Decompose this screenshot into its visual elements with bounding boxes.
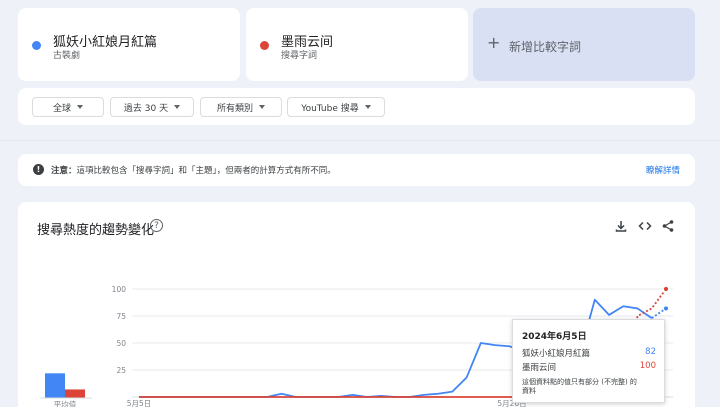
search-type-filter-label: YouTube 搜尋 <box>301 103 359 114</box>
term-2-color-dot <box>260 41 269 50</box>
tooltip-row-2-label: 墨雨云间 <box>522 363 557 373</box>
add-comparison-label: 新增比較字詞 <box>509 40 582 54</box>
tooltip-row-1-label: 狐妖小紅娘月紅篇 <box>522 349 591 359</box>
y-tick-label: 100 <box>112 285 127 294</box>
y-tick-label: 25 <box>116 366 126 375</box>
category-filter-label: 所有類別 <box>216 103 253 114</box>
notice-prefix: 注意： <box>51 166 77 176</box>
tooltip-row-1-value: 82 <box>645 347 656 357</box>
data-point <box>662 305 670 312</box>
x-tick-label: 5月5日 <box>127 399 152 407</box>
period-filter[interactable]: 過去 30 天 <box>110 97 194 117</box>
term-card-1[interactable]: 狐妖小紅娘月紅篇 古裝劇 <box>18 8 240 81</box>
learn-more-link[interactable]: 瞭解詳情 <box>646 164 680 176</box>
average-label: 平均值 <box>54 399 77 407</box>
region-filter[interactable]: 全球 <box>32 97 104 117</box>
term-1-color-dot <box>32 41 41 50</box>
add-comparison-button[interactable]: + 新增比較字詞 <box>473 8 695 81</box>
period-filter-label: 過去 30 天 <box>123 103 169 114</box>
data-point <box>662 285 670 293</box>
exclamation-icon: ! <box>33 164 44 175</box>
tooltip-date: 2024年6月5日 <box>522 332 587 342</box>
average-bar <box>65 389 85 398</box>
filter-bar: 全球 過去 30 天 所有類別 YouTube 搜尋 <box>18 88 695 125</box>
chevron-down-icon <box>364 105 371 109</box>
tooltip-row-2-value: 100 <box>639 361 656 371</box>
notice-text: 注意：這項比較包含「搜尋字詞」和「主題」，但兩者的計算方式有所不同。 <box>51 164 336 176</box>
chevron-down-icon <box>77 105 83 109</box>
section-divider <box>0 140 720 141</box>
data-point-tooltip: 2024年6月5日 狐妖小紅娘月紅篇 82 墨雨云间 100 這個資料點的值只有… <box>512 319 665 403</box>
notice-banner: ! 注意：這項比較包含「搜尋字詞」和「主題」，但兩者的計算方式有所不同。 瞭解詳… <box>18 154 695 186</box>
interest-over-time-card: 搜尋熱度的趨勢變化 ? 100 75 50 25 5月5日 5月26日 平均值 2024年6… <box>18 202 695 407</box>
y-tick-label: 75 <box>116 312 126 321</box>
term-2-type: 搜尋字詞 <box>281 51 318 61</box>
chevron-down-icon <box>259 105 265 109</box>
notice-body: 這項比較包含「搜尋字詞」和「主題」，但兩者的計算方式有所不同。 <box>76 166 336 176</box>
y-tick-label: 50 <box>116 339 126 348</box>
region-filter-label: 全球 <box>52 103 71 114</box>
category-filter[interactable]: 所有類別 <box>200 97 282 117</box>
search-type-filter[interactable]: YouTube 搜尋 <box>287 97 385 117</box>
average-bar <box>45 373 65 398</box>
term-1-type: 古裝劇 <box>53 51 81 61</box>
term-card-2[interactable]: 墨雨云间 搜尋字詞 <box>246 8 468 81</box>
chevron-down-icon <box>174 105 181 109</box>
tooltip-note: 這個資料點的值只有部分 (不完整) 的資料 <box>522 378 637 395</box>
plus-icon: + <box>487 33 501 52</box>
